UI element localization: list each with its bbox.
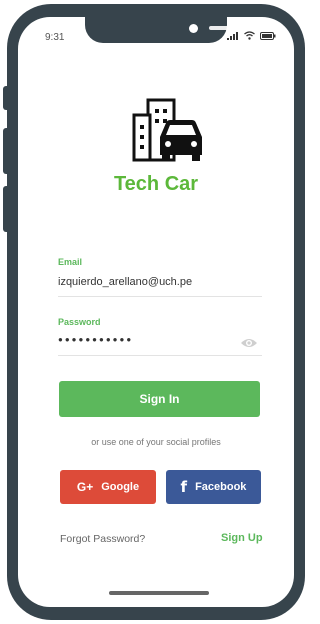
mute-switch xyxy=(3,86,9,110)
facebook-icon: f xyxy=(180,478,188,496)
email-underline xyxy=(58,296,262,297)
password-field[interactable]: ●●●●●●●●●●● xyxy=(58,335,133,344)
volume-down-button xyxy=(3,186,9,232)
social-profiles-text: or use one of your social profiles xyxy=(91,437,221,447)
google-label: Google xyxy=(101,481,140,493)
volume-up-button xyxy=(3,128,9,174)
password-label: Password xyxy=(58,317,101,327)
google-plus-icon: G+ xyxy=(76,480,94,494)
battery-icon xyxy=(260,31,276,40)
forgot-password-link[interactable]: Forgot Password? xyxy=(60,533,145,545)
facebook-button[interactable]: f Facebook xyxy=(166,470,261,504)
car-building-logo xyxy=(132,98,202,162)
notch xyxy=(85,17,235,43)
eye-icon[interactable] xyxy=(240,337,258,349)
signal-icon xyxy=(227,31,238,40)
email-label: Email xyxy=(58,257,83,267)
email-field[interactable]: izquierdo_arellano@uch.pe xyxy=(58,276,192,288)
password-underline xyxy=(58,355,262,356)
facebook-label: Facebook xyxy=(195,481,247,493)
home-indicator xyxy=(109,591,209,595)
wifi-icon xyxy=(244,31,255,40)
sign-up-link[interactable]: Sign Up xyxy=(221,532,263,544)
sign-in-button[interactable]: Sign In xyxy=(59,381,260,417)
sign-in-label: Sign In xyxy=(139,392,180,406)
app-title: Tech Car xyxy=(113,173,199,195)
speaker xyxy=(209,26,235,30)
google-button[interactable]: G+ Google xyxy=(60,470,156,504)
status-time: 9:31 xyxy=(45,32,65,43)
status-icons xyxy=(227,31,276,40)
front-camera xyxy=(189,24,198,33)
phone-screen: 9:31 Tech Car Email izquierdo_arellano@u… xyxy=(18,17,294,607)
